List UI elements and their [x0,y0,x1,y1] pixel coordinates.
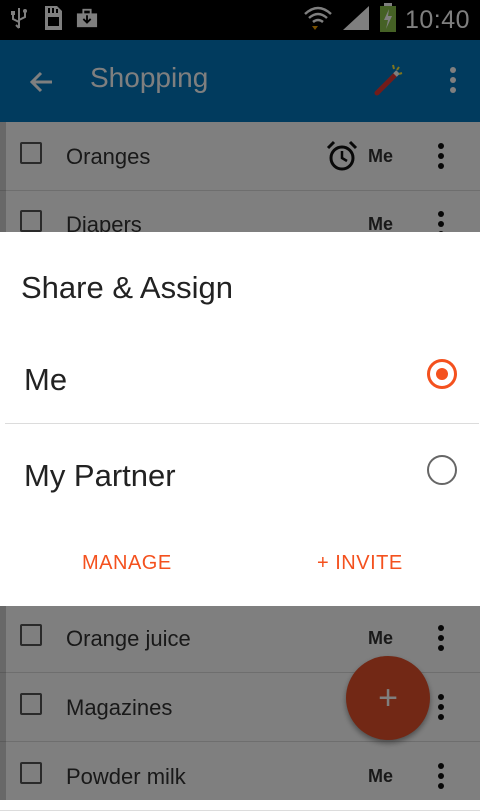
option-my-partner[interactable]: My Partner [5,424,479,520]
option-label: My Partner [24,458,176,493]
option-label: Me [24,362,68,397]
radio-selected-icon[interactable] [427,359,457,389]
share-assign-dialog: Share & Assign Me My Partner MANAGE + IN… [0,232,480,606]
radio-unselected-icon[interactable] [427,455,457,485]
invite-button[interactable]: + INVITE [317,552,403,575]
manage-button[interactable]: MANAGE [82,552,172,575]
option-me[interactable]: Me [5,328,479,424]
dialog-title: Share & Assign [21,270,233,305]
